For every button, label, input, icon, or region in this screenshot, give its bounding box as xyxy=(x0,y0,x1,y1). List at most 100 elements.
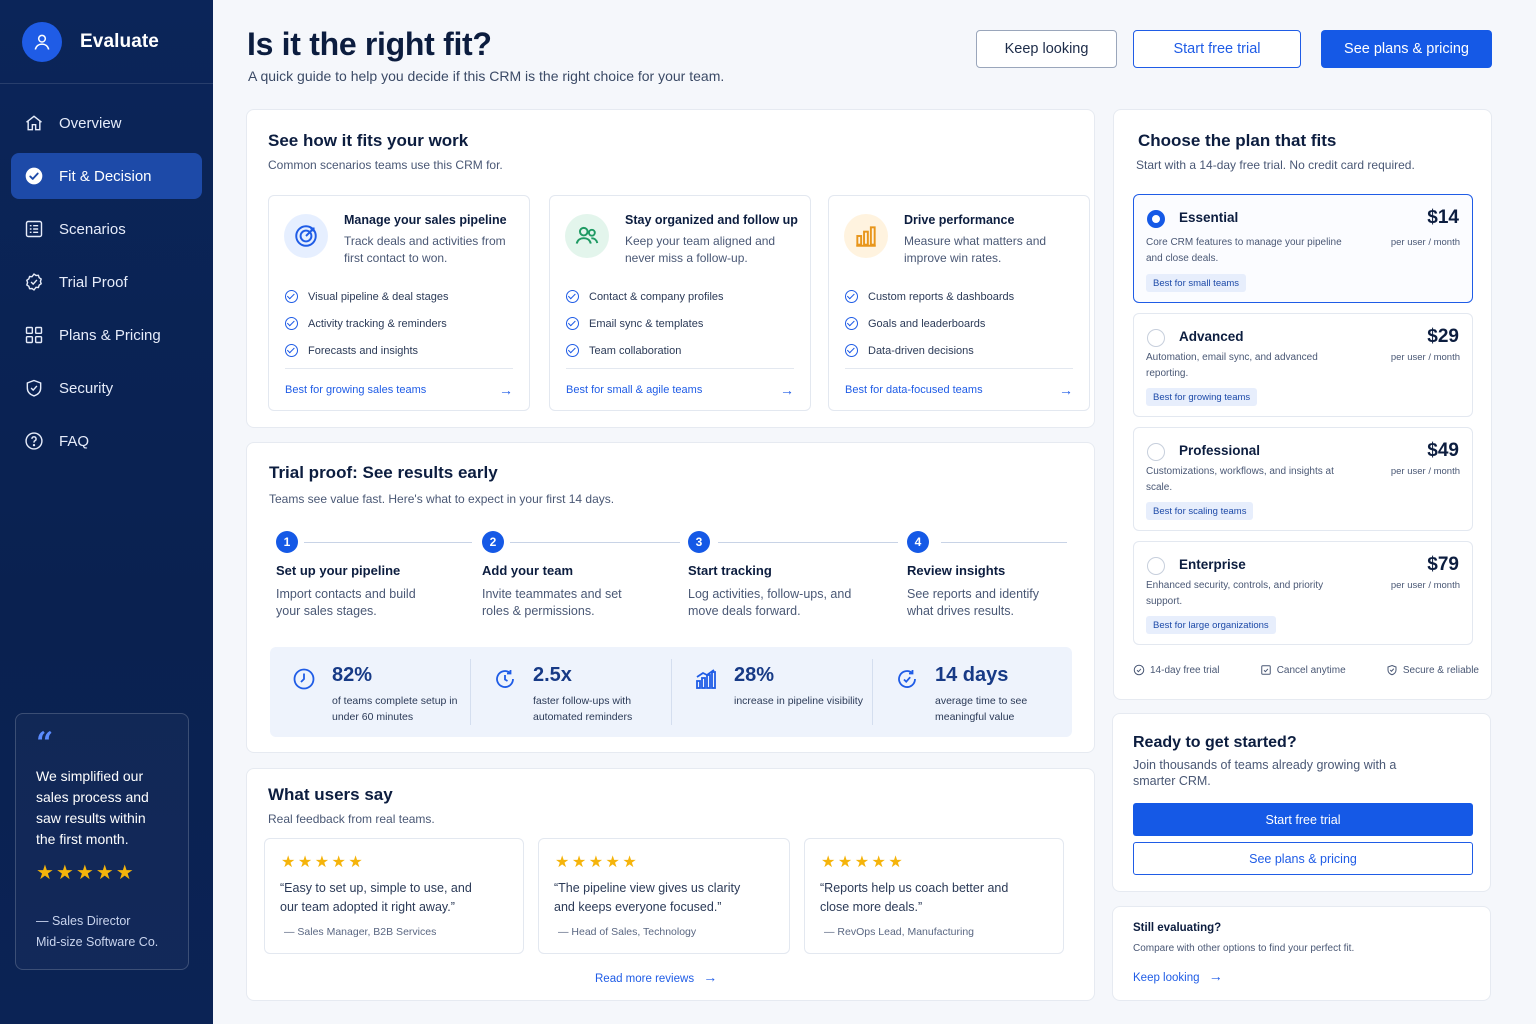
still-subtitle: Compare with other options to find your … xyxy=(1133,943,1355,954)
plan-price: $79 xyxy=(1427,554,1459,575)
shield-icon xyxy=(23,377,45,399)
step-number: 4 xyxy=(907,531,929,553)
radio-unselected[interactable] xyxy=(1147,329,1165,347)
keep-looking-link[interactable]: Keep looking → xyxy=(1133,968,1223,984)
card-desc: Measure what matters and improve win rat… xyxy=(904,234,1047,265)
list-item: Visual pipeline & deal stages xyxy=(285,283,448,310)
card-title: Stay organized and follow up xyxy=(625,213,798,227)
sidebar-item-label: Trial Proof xyxy=(59,273,128,291)
review-card: ★★★★★ “Easy to set up, simple to use, an… xyxy=(264,838,524,954)
plan-desc: Customizations, workflows, and insights … xyxy=(1146,466,1334,493)
plan-option-advanced[interactable]: Advanced Automation, email sync, and adv… xyxy=(1133,313,1473,417)
radio-unselected[interactable] xyxy=(1147,557,1165,575)
guarantee-item: Cancel anytime xyxy=(1260,664,1346,676)
section-subtitle: Common scenarios teams use this CRM for. xyxy=(268,158,503,172)
stats-strip: 82% of teams complete setup in under 60 … xyxy=(270,647,1072,737)
badge-check-icon xyxy=(23,271,45,293)
step-number: 3 xyxy=(688,531,710,553)
section-title: What users say xyxy=(268,785,393,804)
stat-label: average time to see meaningful value xyxy=(935,695,1028,723)
trial-proof-section: Trial proof: See results early Teams see… xyxy=(246,442,1095,753)
testimonial-quote: We simplified our sales process and saw … xyxy=(36,768,149,847)
plan-option-essential[interactable]: Essential Core CRM features to manage yo… xyxy=(1133,194,1473,303)
scenario-card[interactable]: Manage your sales pipeline Track deals a… xyxy=(268,195,530,411)
keep-looking-button[interactable]: Keep looking xyxy=(976,30,1117,68)
review-card: ★★★★★ “Reports help us coach better and … xyxy=(804,838,1064,954)
sidebar-item-overview[interactable]: Overview xyxy=(11,100,202,146)
sidebar-item-label: Plans & Pricing xyxy=(59,326,161,344)
section-subtitle: Real feedback from real teams. xyxy=(268,812,435,826)
sidebar: Evaluate Overview Fit & Decision Scenari… xyxy=(0,0,213,1024)
scenario-card[interactable]: Stay organized and follow up Keep your t… xyxy=(549,195,811,411)
testimonial-author: — Sales Director Mid-size Software Co. xyxy=(36,911,168,953)
plan-option-enterprise[interactable]: Enterprise Enhanced security, controls, … xyxy=(1133,541,1473,645)
list-item: Custom reports & dashboards xyxy=(845,283,1014,310)
sidebar-item-plans-pricing[interactable]: Plans & Pricing xyxy=(11,312,202,358)
stat-value: 2.5x xyxy=(533,664,572,686)
brand: Evaluate xyxy=(0,0,213,84)
stat-value: 82% xyxy=(332,664,373,686)
plan-desc: Enhanced security, controls, and priorit… xyxy=(1146,580,1324,607)
read-more-reviews-link[interactable]: Read more reviews → xyxy=(595,969,717,985)
brand-title: Evaluate xyxy=(80,30,159,52)
home-icon xyxy=(23,112,45,134)
plan-name: Professional xyxy=(1179,443,1261,458)
card-footer-link[interactable]: Best for growing sales teams → xyxy=(285,368,513,411)
radio-selected[interactable] xyxy=(1147,210,1165,228)
plan-unit: per user / month xyxy=(1390,580,1460,591)
cta-title: Ready to get started? xyxy=(1133,734,1297,751)
list-item: Goals and leaderboards xyxy=(845,310,1014,337)
bar-chart-icon xyxy=(844,214,888,258)
review-card: ★★★★★ “The pipeline view gives us clarit… xyxy=(538,838,790,954)
step-title: Start tracking xyxy=(688,563,772,578)
card-title: Drive performance xyxy=(904,213,1015,227)
see-plans-button[interactable]: See plans & pricing xyxy=(1321,30,1492,68)
feature-list: Contact & company profiles Email sync & … xyxy=(566,283,724,364)
arrow-right-icon: → xyxy=(1208,968,1223,984)
step-connector xyxy=(510,542,680,543)
sidebar-item-label: Security xyxy=(59,379,114,397)
sidebar-item-scenarios[interactable]: Scenarios xyxy=(11,206,202,252)
section-title: Choose the plan that fits xyxy=(1138,131,1337,150)
stat-item: 14 days average time to see meaningful v… xyxy=(873,647,1072,737)
card-footer-link[interactable]: Best for small & agile teams → xyxy=(566,368,794,411)
section-title: Trial proof: See results early xyxy=(269,463,498,482)
plan-name: Advanced xyxy=(1179,329,1244,344)
scenario-card[interactable]: Drive performance Measure what matters a… xyxy=(828,195,1090,411)
sidebar-item-security[interactable]: Security xyxy=(11,365,202,411)
plan-unit: per user / month xyxy=(1390,466,1460,477)
cta-subtitle: Join thousands of teams already growing … xyxy=(1133,758,1397,788)
stat-value: 28% xyxy=(734,664,775,686)
start-trial-button[interactable]: Start free trial xyxy=(1133,803,1473,836)
still-title: Still evaluating? xyxy=(1133,922,1222,934)
review-text: “The pipeline view gives us clarity and … xyxy=(554,881,741,914)
start-trial-button[interactable]: Start free trial xyxy=(1133,30,1301,68)
plan-tag: Best for growing teams xyxy=(1146,388,1258,406)
plan-desc: Core CRM features to manage your pipelin… xyxy=(1146,237,1342,264)
target-icon xyxy=(284,214,328,258)
plan-unit: per user / month xyxy=(1390,352,1460,363)
stat-label: increase in pipeline visibility xyxy=(734,695,863,707)
timer-icon xyxy=(895,667,919,691)
feature-list: Custom reports & dashboards Goals and le… xyxy=(845,283,1014,364)
check-icon xyxy=(285,344,298,357)
sidebar-item-fit-decision[interactable]: Fit & Decision xyxy=(11,153,202,199)
stat-item: 82% of teams complete setup in under 60 … xyxy=(270,647,470,737)
sidebar-item-trial-proof[interactable]: Trial Proof xyxy=(11,259,202,305)
stat-label: faster follow-ups with automated reminde… xyxy=(533,695,633,723)
plan-option-professional[interactable]: Professional Customizations, workflows, … xyxy=(1133,427,1473,531)
sidebar-item-faq[interactable]: FAQ xyxy=(11,418,202,464)
list-item: Email sync & templates xyxy=(566,310,724,337)
grid-icon xyxy=(23,324,45,346)
see-plans-button[interactable]: See plans & pricing xyxy=(1133,842,1473,875)
card-footer-link[interactable]: Best for data-focused teams → xyxy=(845,368,1073,411)
step-number: 1 xyxy=(276,531,298,553)
page-title: Is it the right fit? xyxy=(247,26,492,62)
card-title: Manage your sales pipeline xyxy=(344,213,507,227)
check-icon xyxy=(566,317,579,330)
author-company: Mid-size Software Co. xyxy=(36,935,159,949)
radio-unselected[interactable] xyxy=(1147,443,1165,461)
plans-section: Choose the plan that fits Start with a 1… xyxy=(1113,109,1492,700)
section-subtitle: Teams see value fast. Here's what to exp… xyxy=(269,492,615,506)
step-desc: Import contacts and build your sales sta… xyxy=(276,587,416,618)
